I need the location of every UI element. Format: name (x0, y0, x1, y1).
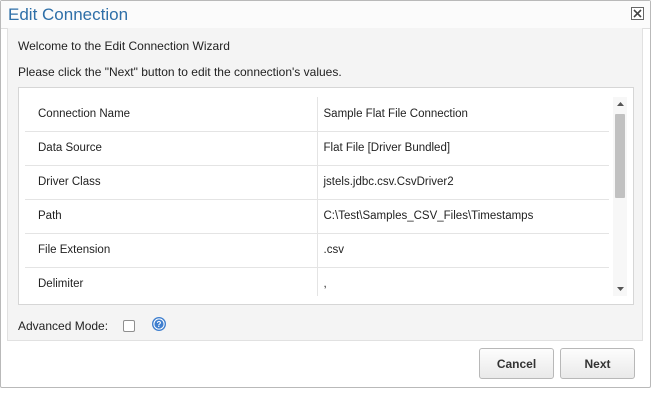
property-key: File Extension (25, 233, 318, 268)
help-icon[interactable]: ? (151, 316, 167, 332)
svg-text:?: ? (157, 320, 162, 329)
table-row[interactable]: Data Source Flat File [Driver Bundled] (25, 131, 609, 166)
property-value: Flat File [Driver Bundled] (317, 131, 609, 166)
advanced-mode-label: Advanced Mode: (18, 319, 109, 333)
property-key: Connection Name (25, 97, 318, 132)
next-button[interactable]: Next (560, 348, 635, 379)
property-key: Delimiter (25, 267, 318, 296)
cancel-button[interactable]: Cancel (479, 348, 554, 379)
table-row[interactable]: Path C:\Test\Samples_CSV_Files\Timestamp… (25, 199, 609, 234)
property-key: Path (25, 199, 318, 234)
instructions-text: Please click the "Next" button to edit t… (18, 65, 342, 79)
property-value: jstels.jdbc.csv.CsvDriver2 (317, 165, 609, 200)
scroll-up-arrow-icon[interactable] (613, 97, 627, 111)
property-value: .csv (317, 233, 609, 268)
table-row[interactable]: File Extension .csv (25, 233, 609, 268)
properties-table-viewport: Connection Name Sample Flat File Connect… (25, 97, 609, 296)
welcome-text: Welcome to the Edit Connection Wizard (18, 39, 230, 53)
advanced-mode-checkbox[interactable] (123, 320, 135, 332)
dialog-titlebar[interactable]: Edit Connection (1, 1, 650, 29)
property-key: Driver Class (25, 165, 318, 200)
scrollbar-thumb[interactable] (615, 114, 625, 198)
property-key: Data Source (25, 131, 318, 166)
scroll-down-arrow-icon[interactable] (613, 282, 627, 296)
property-value: , (317, 267, 609, 296)
properties-table: Connection Name Sample Flat File Connect… (25, 97, 609, 296)
property-value: C:\Test\Samples_CSV_Files\Timestamps (317, 199, 609, 234)
table-row[interactable]: Driver Class jstels.jdbc.csv.CsvDriver2 (25, 165, 609, 200)
properties-table-panel: Connection Name Sample Flat File Connect… (18, 87, 634, 305)
table-row[interactable]: Connection Name Sample Flat File Connect… (25, 97, 609, 132)
dialog-title: Edit Connection (8, 5, 129, 24)
close-icon[interactable] (631, 7, 644, 20)
property-value: Sample Flat File Connection (317, 97, 609, 132)
table-row[interactable]: Delimiter , (25, 267, 609, 296)
table-scrollbar[interactable] (613, 97, 627, 296)
